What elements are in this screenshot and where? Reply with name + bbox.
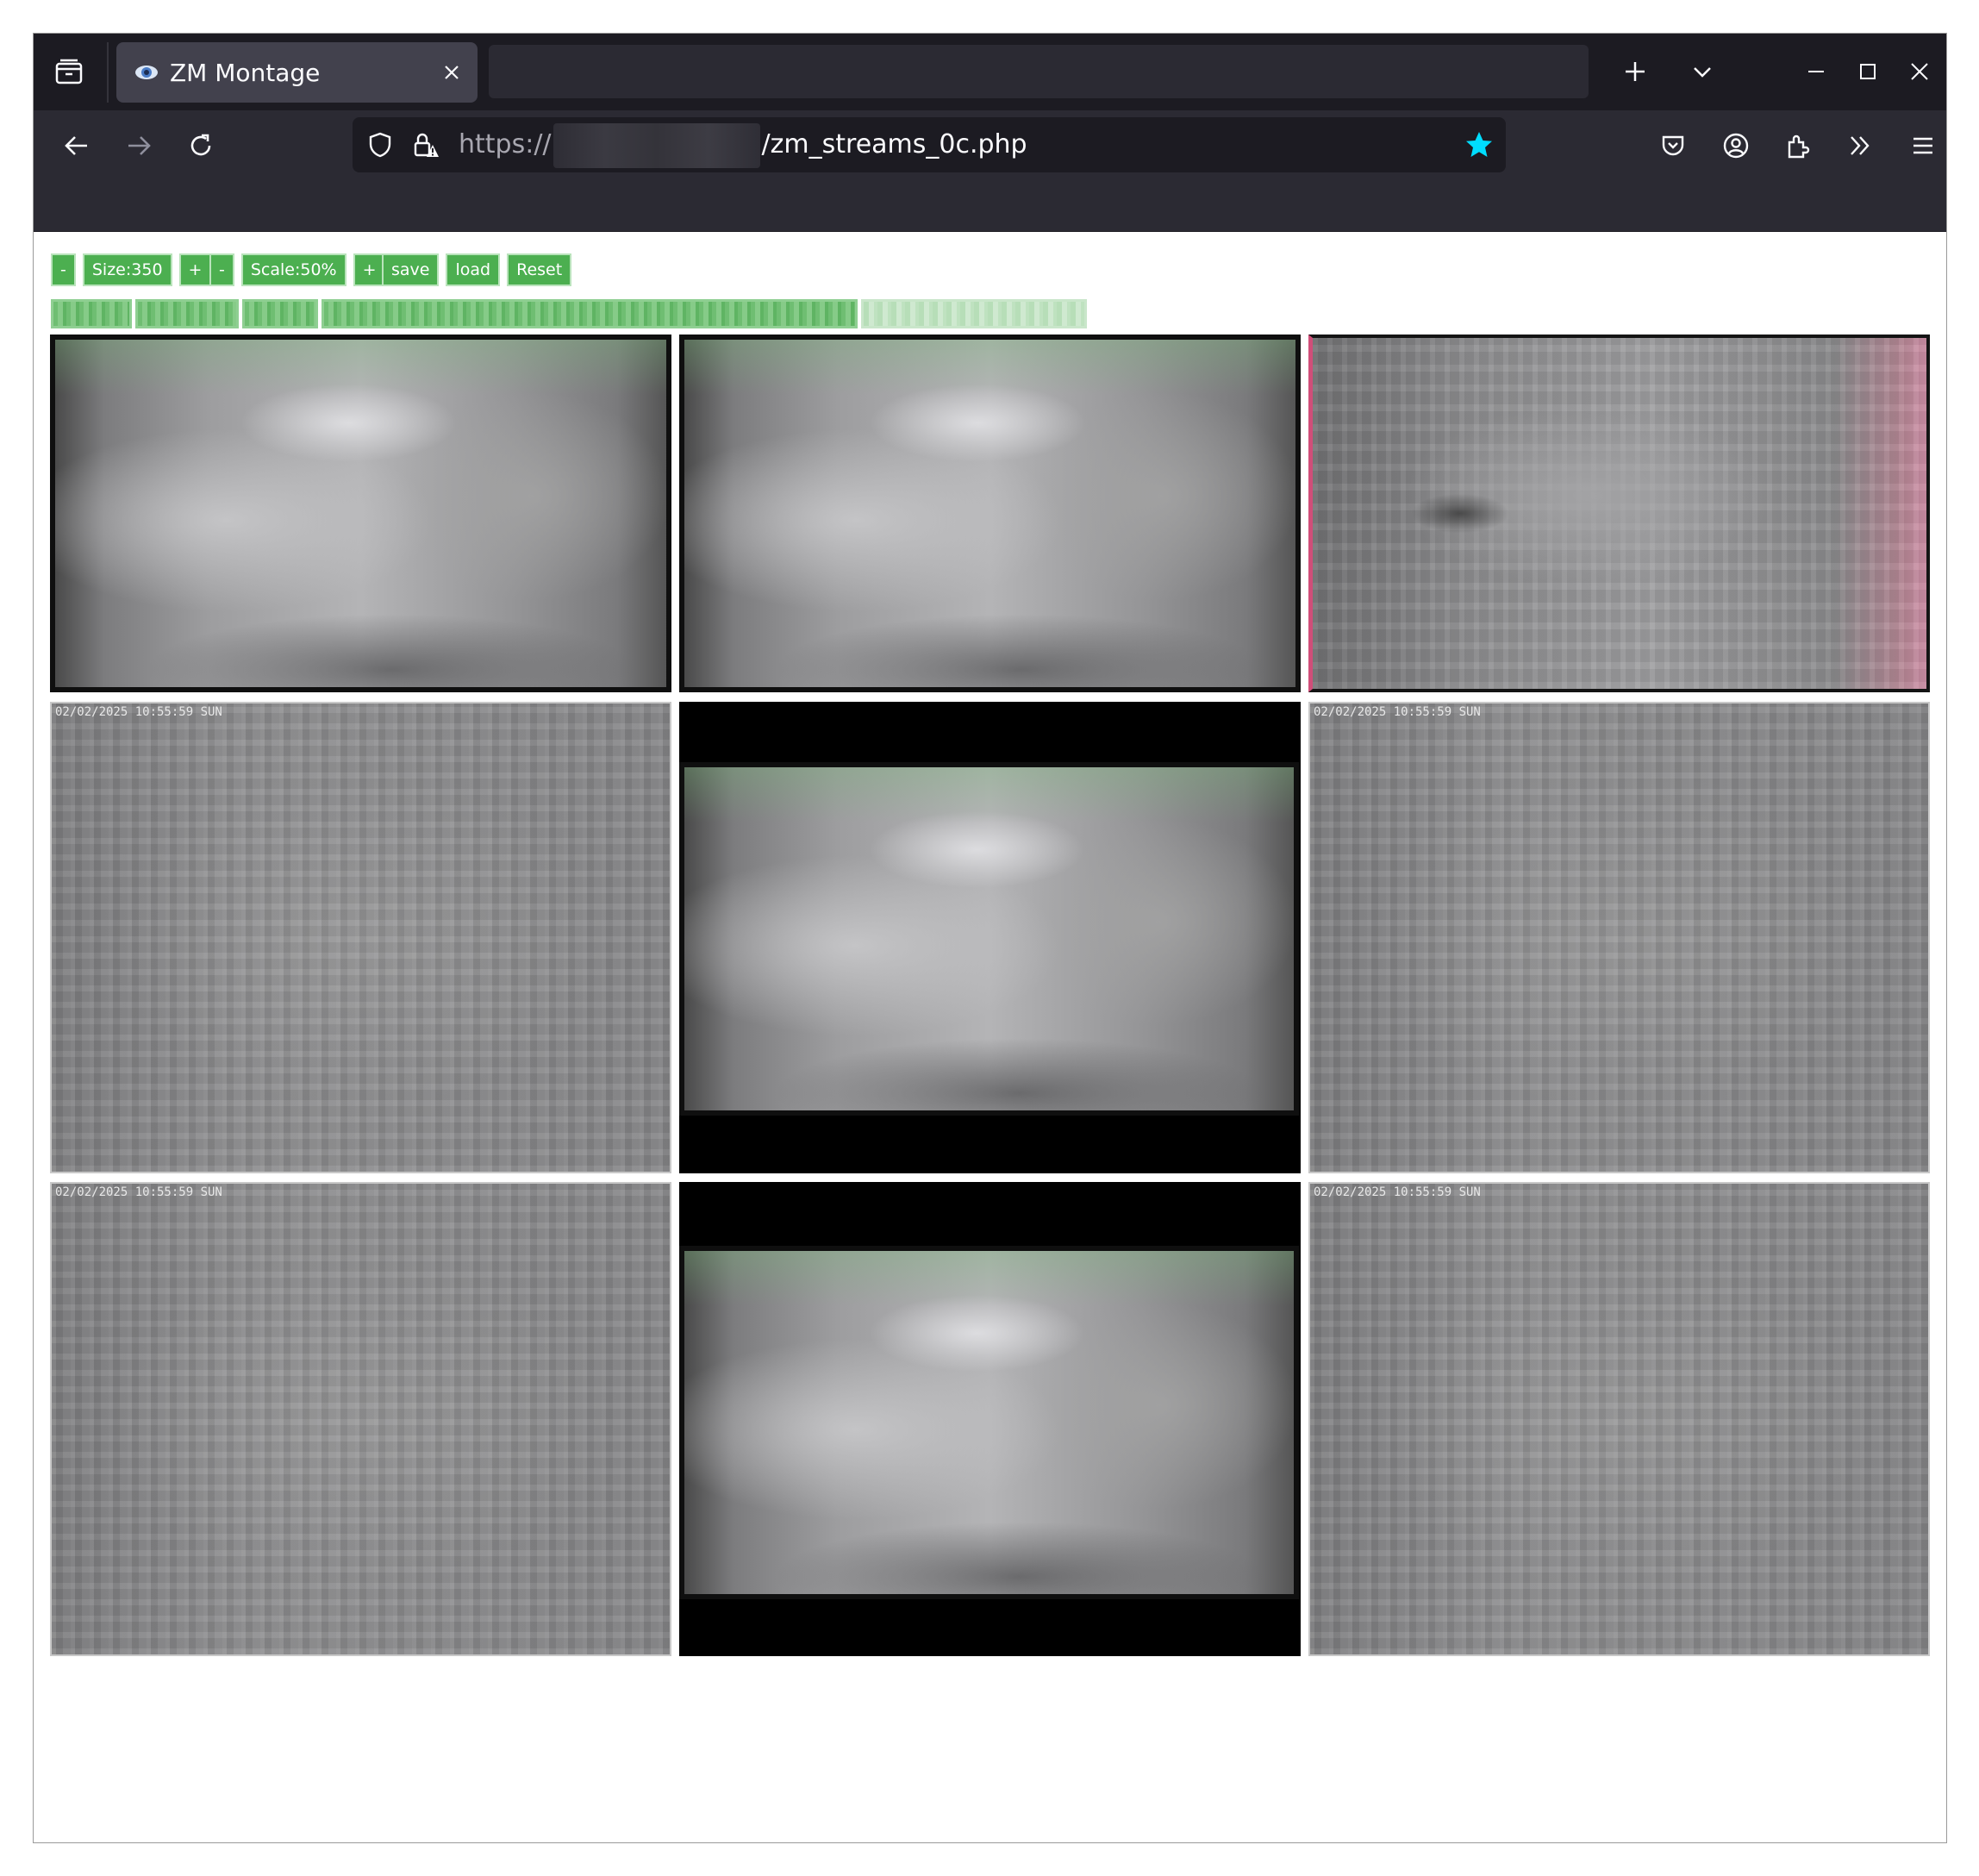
- monitor-timestamp: 02/02/2025 10:55:59 SUN: [1314, 705, 1481, 719]
- monitor-timestamp: 02/02/2025 10:55:59 SUN: [55, 705, 222, 719]
- bookmarks-toolbar: [34, 181, 1946, 232]
- scale-label: Scale:50%: [240, 253, 346, 286]
- forward-arrow-icon[interactable]: [120, 127, 158, 165]
- plus-icon[interactable]: [1616, 53, 1654, 91]
- monitor-video: [679, 1246, 1299, 1599]
- tab-bar: ZM Montage: [34, 34, 1946, 110]
- star-icon[interactable]: [1460, 126, 1498, 164]
- minimize-icon[interactable]: [1797, 53, 1835, 91]
- scale-increase-button[interactable]: +: [353, 253, 386, 286]
- monitor-stream[interactable]: [679, 702, 1301, 1173]
- redacted-host: [552, 122, 760, 168]
- monitor-stream[interactable]: [679, 1182, 1301, 1656]
- monitor-timestamp: 02/02/2025 10:55:59 SUN: [55, 1185, 222, 1199]
- monitor-stream[interactable]: 02/02/2025 10:55:59 SUN: [50, 1182, 671, 1656]
- monitor-stream[interactable]: [1308, 335, 1930, 692]
- navigation-bar: https:// /zm_streams_0c.php: [34, 110, 1946, 181]
- monitor-group-chip[interactable]: [242, 299, 318, 328]
- url-scheme: https://: [459, 129, 552, 159]
- url-text[interactable]: https:// /zm_streams_0c.php: [459, 117, 1027, 172]
- insecure-lock-icon[interactable]: [407, 126, 445, 164]
- double-chevron-icon[interactable]: [1841, 127, 1879, 165]
- monitor-group-row: [51, 299, 1090, 328]
- close-icon[interactable]: [434, 55, 469, 90]
- eye-icon: [134, 59, 159, 85]
- monitor-stream[interactable]: 02/02/2025 10:55:59 SUN: [50, 702, 671, 1173]
- tab-strip-empty: [489, 45, 1589, 98]
- shield-icon[interactable]: [361, 126, 399, 164]
- monitor-group-chip[interactable]: [51, 299, 132, 328]
- tab-title: ZM Montage: [170, 58, 321, 87]
- monitor-group-chip[interactable]: [135, 299, 239, 328]
- chevron-down-icon[interactable]: [1683, 53, 1721, 91]
- save-button[interactable]: save: [382, 253, 440, 286]
- hamburger-menu-icon[interactable]: [1904, 127, 1942, 165]
- size-increase-button[interactable]: +: [178, 253, 212, 286]
- monitor-stream[interactable]: 02/02/2025 10:55:59 SUN: [1308, 702, 1930, 1173]
- account-icon[interactable]: [1717, 127, 1755, 165]
- monitor-timestamp: 02/02/2025 10:55:59 SUN: [1314, 1185, 1481, 1199]
- size-decrease-button[interactable]: -: [51, 253, 76, 286]
- layout-controls: save load Reset: [382, 253, 578, 286]
- reload-icon[interactable]: [182, 127, 220, 165]
- back-arrow-icon[interactable]: [58, 127, 96, 165]
- puzzle-icon[interactable]: [1779, 127, 1817, 165]
- url-path: /zm_streams_0c.php: [761, 129, 1027, 159]
- monitor-stream[interactable]: [679, 335, 1301, 692]
- monitor-video: [679, 762, 1299, 1116]
- load-button[interactable]: load: [446, 253, 501, 286]
- size-controls: - Size:350 +: [51, 253, 218, 286]
- monitor-group-chip[interactable]: [322, 299, 858, 328]
- reset-button[interactable]: Reset: [507, 253, 572, 286]
- maximize-icon[interactable]: [1849, 53, 1887, 91]
- tab-zm-montage[interactable]: ZM Montage: [116, 42, 478, 103]
- tab-separator: [107, 42, 109, 103]
- monitor-stream[interactable]: 02/02/2025 10:55:59 SUN: [1308, 1182, 1930, 1656]
- close-icon[interactable]: [1901, 53, 1938, 91]
- size-label: Size:350: [82, 253, 172, 286]
- browser-window: ZM Montage https:// /zm_streams_0c.php -…: [33, 33, 1947, 1843]
- pocket-icon[interactable]: [1654, 127, 1692, 165]
- tab-list-icon[interactable]: [52, 54, 86, 89]
- monitor-stream[interactable]: [50, 335, 671, 692]
- url-bar[interactable]: https:// /zm_streams_0c.php: [353, 117, 1506, 172]
- scale-decrease-button[interactable]: -: [209, 253, 234, 286]
- scale-controls: - Scale:50% +: [209, 253, 393, 286]
- page-content: - Size:350 + - Scale:50% + save load Res…: [34, 232, 1946, 1842]
- monitor-group-chip[interactable]: [861, 299, 1087, 328]
